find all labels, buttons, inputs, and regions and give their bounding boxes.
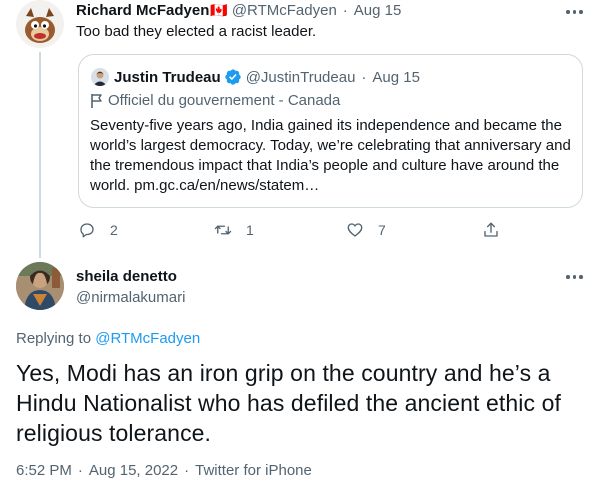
government-label: Officiel du gouvernement - Canada — [90, 92, 340, 109]
replying-to-label: Replying to — [16, 330, 92, 347]
retweet-icon — [214, 225, 232, 235]
replying-to-line: Replying to @RTMcFadyen — [16, 330, 200, 347]
avatar-richard-mcfadyen[interactable] — [16, 0, 64, 48]
reply-count: 2 — [110, 222, 118, 238]
reply-author-handle[interactable]: @RTMcFadyen — [232, 2, 337, 19]
share-action[interactable] — [482, 221, 500, 239]
reply-icon — [80, 223, 94, 238]
avatar-justin-trudeau — [91, 68, 109, 86]
tweet-date[interactable]: Aug 15, 2022 — [89, 462, 178, 479]
separator-dot: · — [184, 462, 190, 479]
verified-badge-icon — [225, 69, 241, 85]
like-action[interactable]: 7 — [346, 221, 386, 239]
like-heart-icon — [347, 223, 363, 237]
flag-outline-icon — [91, 93, 102, 108]
like-count: 7 — [378, 222, 386, 238]
tweet-metadata: 6:52 PM · Aug 15, 2022 · Twitter for iPh… — [16, 462, 312, 479]
share-icon — [484, 222, 498, 237]
reply-author-name[interactable]: Richard McFadyen — [76, 2, 209, 19]
separator-dot: · — [77, 462, 83, 479]
retweet-count: 1 — [246, 222, 254, 238]
quoted-tweet-text: Seventy-five years ago, India gained its… — [90, 117, 571, 194]
tweet-source[interactable]: Twitter for iPhone — [195, 462, 312, 479]
quoted-author-handle: @JustinTrudeau — [245, 68, 356, 86]
more-options-icon[interactable] — [566, 2, 583, 22]
main-author-handle[interactable]: @nirmalakumari — [76, 289, 185, 306]
separator-dot: · — [361, 68, 367, 86]
avatar-sheila-denetto[interactable] — [16, 262, 64, 310]
retweet-action[interactable]: 1 — [214, 221, 254, 239]
quoted-author-name: Justin Trudeau — [114, 68, 221, 86]
quoted-tweet-header: Justin Trudeau @JustinTrudeau · Aug 15 — [114, 68, 420, 86]
reply-tweet-header: Richard McFadyen 🇨🇦 @RTMcFadyen · Aug 15 — [76, 2, 401, 19]
thread-line — [39, 52, 41, 258]
tweet-time[interactable]: 6:52 PM — [16, 462, 72, 479]
reply-action[interactable]: 2 — [78, 221, 118, 239]
canada-flag-icon: 🇨🇦 — [210, 2, 228, 18]
government-label-text: Officiel du gouvernement - Canada — [108, 92, 341, 109]
more-options-icon[interactable] — [566, 267, 583, 287]
quoted-date: Aug 15 — [372, 68, 420, 86]
main-tweet-text: Yes, Modi has an iron grip on the countr… — [16, 360, 561, 446]
main-author-name[interactable]: sheila denetto — [76, 268, 177, 285]
reply-tweet-text: Too bad they elected a racist leader. — [76, 23, 317, 40]
separator-dot: · — [342, 2, 348, 19]
replying-to-handle-link[interactable]: @RTMcFadyen — [95, 330, 200, 347]
reply-date[interactable]: Aug 15 — [354, 2, 402, 19]
